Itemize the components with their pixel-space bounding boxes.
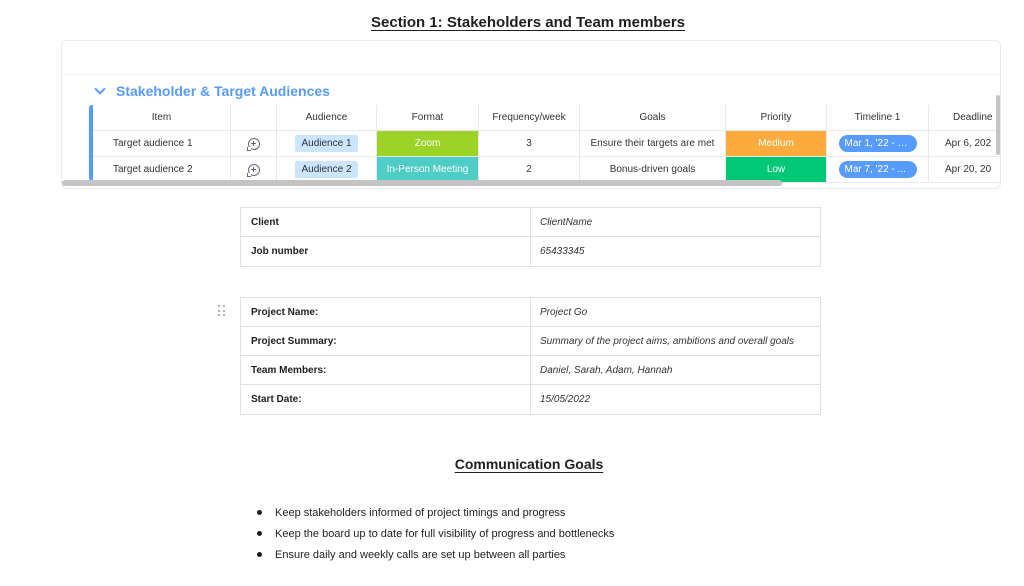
goals-cell[interactable]: Bonus-driven goals [580, 157, 726, 182]
table-row: Job number 65433345 [241, 237, 820, 266]
chevron-down-icon[interactable] [94, 83, 106, 95]
list-item-text: Keep stakeholders informed of project ti… [275, 506, 566, 519]
column-header-goals[interactable]: Goals [580, 105, 726, 130]
table-row: Team Members: Daniel, Sarah, Adam, Hanna… [241, 356, 820, 385]
timeline-pill[interactable]: Mar 7, '22 - ... [838, 161, 917, 178]
column-header-frequency[interactable]: Frequency/week [479, 105, 580, 130]
column-header-timeline[interactable]: Timeline 1 [827, 105, 929, 130]
project-table: Project Name: Project Go Project Summary… [240, 297, 821, 415]
column-header-item[interactable]: Item [93, 105, 231, 130]
job-number-value[interactable]: 65433345 [531, 237, 820, 266]
frequency-cell[interactable]: 3 [479, 131, 580, 156]
audience-tag[interactable]: Audience 2 [295, 161, 358, 178]
table-row: Project Name: Project Go [241, 298, 820, 327]
start-date-label: Start Date: [241, 385, 531, 414]
item-name[interactable]: Target audience 1 [93, 131, 231, 156]
column-header-audience[interactable]: Audience [277, 105, 377, 130]
table-row: Start Date: 15/05/2022 [241, 385, 820, 414]
format-status[interactable]: Zoom [377, 131, 478, 156]
team-members-value[interactable]: Daniel, Sarah, Adam, Hannah [531, 356, 820, 384]
project-name-label: Project Name: [241, 298, 531, 326]
group-title[interactable]: Stakeholder & Target Audiences [116, 83, 330, 99]
audience-tag[interactable]: Audience 1 [295, 135, 358, 152]
client-value[interactable]: ClientName [531, 208, 820, 236]
horizontal-scrollbar[interactable] [62, 180, 782, 186]
frequency-cell[interactable]: 2 [479, 157, 580, 182]
project-summary-value[interactable]: Summary of the project aims, ambitions a… [531, 327, 820, 355]
item-name[interactable]: Target audience 2 [93, 157, 231, 182]
add-update-icon[interactable] [246, 137, 260, 151]
job-number-label: Job number [241, 237, 531, 266]
table-row: Project Summary: Summary of the project … [241, 327, 820, 356]
list-item: Keep the board up to date for full visib… [257, 523, 615, 544]
add-update-button[interactable] [231, 131, 277, 156]
bullet-icon [257, 531, 262, 536]
board-toolbar [62, 41, 1000, 75]
client-table: Client ClientName Job number 65433345 [240, 207, 821, 267]
add-update-icon[interactable] [246, 163, 260, 177]
timeline-pill[interactable]: Mar 1, '22 - M... [838, 135, 917, 152]
list-item-text: Ensure daily and weekly calls are set up… [275, 548, 566, 561]
format-status[interactable]: In-Person Meeting [377, 157, 478, 182]
column-header-deadline[interactable]: Deadline [929, 105, 1000, 130]
table-header-row: Item Audience Format Frequency/week Goal… [93, 105, 1000, 131]
goals-cell[interactable]: Ensure their targets are met [580, 131, 726, 156]
vertical-scrollbar[interactable] [996, 95, 1000, 155]
column-header-format[interactable]: Format [377, 105, 479, 130]
table-row[interactable]: Target audience 1 Audience 1 Zoom 3 Ensu… [93, 131, 1000, 157]
start-date-value[interactable]: 15/05/2022 [531, 385, 820, 414]
table-row: Client ClientName [241, 208, 820, 237]
priority-cell[interactable]: Medium [726, 131, 827, 156]
project-summary-label: Project Summary: [241, 327, 531, 355]
column-header-priority[interactable]: Priority [726, 105, 827, 130]
project-name-value[interactable]: Project Go [531, 298, 820, 326]
section-title: Section 1: Stakeholders and Team members [371, 14, 685, 31]
list-item: Keep stakeholders informed of project ti… [257, 502, 614, 523]
column-header-updates [231, 105, 277, 130]
audience-cell[interactable]: Audience 2 [277, 157, 377, 182]
stakeholder-board: Stakeholder & Target Audiences Item Audi… [61, 40, 1001, 189]
format-cell[interactable]: In-Person Meeting [377, 157, 479, 182]
priority-status[interactable]: Medium [726, 131, 826, 156]
format-cell[interactable]: Zoom [377, 131, 479, 156]
team-members-label: Team Members: [241, 356, 531, 384]
communication-goals-list: Keep stakeholders informed of project ti… [257, 502, 615, 565]
deadline-cell[interactable]: Apr 6, 202 [929, 131, 1000, 156]
add-update-button[interactable] [231, 157, 277, 182]
board-table: Item Audience Format Frequency/week Goal… [89, 105, 1000, 183]
priority-status[interactable]: Low [726, 157, 826, 182]
audience-cell[interactable]: Audience 1 [277, 131, 377, 156]
timeline-cell[interactable]: Mar 1, '22 - M... [827, 131, 929, 156]
bullet-icon [257, 552, 262, 557]
timeline-cell[interactable]: Mar 7, '22 - ... [827, 157, 929, 182]
deadline-cell[interactable]: Apr 20, 20 [929, 157, 1000, 182]
bullet-icon [257, 510, 262, 515]
list-item-text: Keep the board up to date for full visib… [275, 527, 615, 540]
drag-handle-icon[interactable] [218, 305, 226, 317]
group-header[interactable]: Stakeholder & Target Audiences [94, 83, 330, 99]
list-item: Ensure daily and weekly calls are set up… [257, 544, 614, 565]
client-label: Client [241, 208, 531, 236]
priority-cell[interactable]: Low [726, 157, 827, 182]
communication-goals-title: Communication Goals [454, 456, 604, 472]
